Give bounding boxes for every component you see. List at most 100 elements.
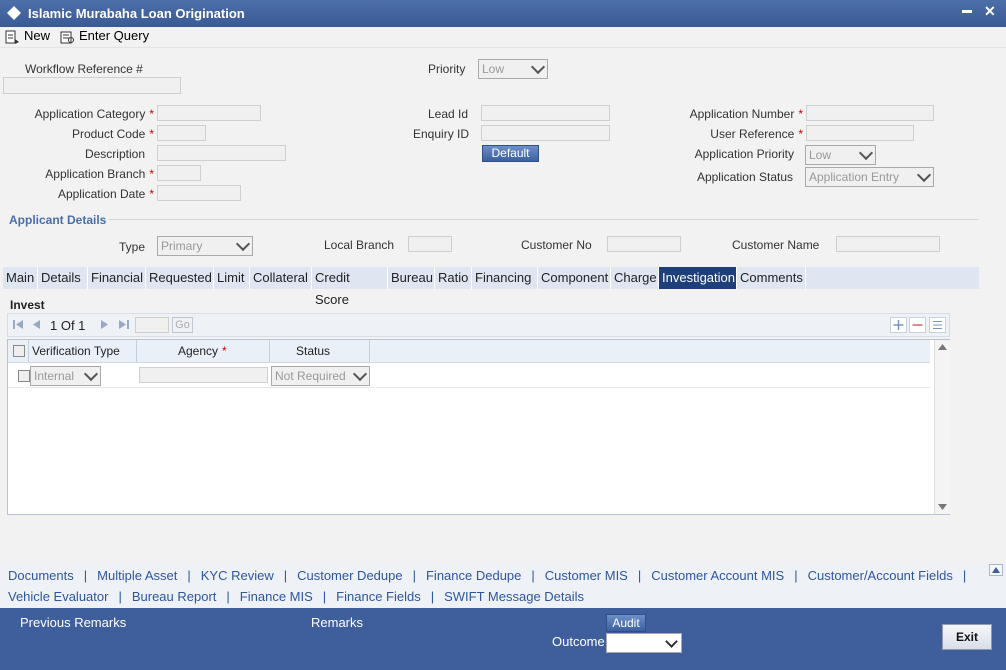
- collapse-up-icon[interactable]: [989, 564, 1003, 576]
- tab-main[interactable]: Main: [3, 267, 38, 289]
- workflow-reference-label: Workflow Reference #: [25, 62, 143, 76]
- link-customer-dedupe[interactable]: Customer Dedupe: [297, 568, 403, 583]
- app-diamond-icon: [7, 6, 21, 20]
- agency-input[interactable]: [139, 367, 268, 383]
- priority-label: Priority: [428, 62, 466, 76]
- type-label: Type: [119, 240, 146, 254]
- link-finance-mis[interactable]: Finance MIS: [240, 589, 313, 604]
- link-bureau-report[interactable]: Bureau Report: [132, 589, 217, 604]
- link-documents[interactable]: Documents: [8, 568, 74, 583]
- section-divider: [109, 219, 979, 220]
- application-date-label: Application Date *: [57, 187, 154, 201]
- customer-name-input[interactable]: [836, 236, 940, 252]
- tab-collateral[interactable]: Collateral: [250, 267, 312, 289]
- outcome-select[interactable]: [606, 633, 682, 653]
- previous-remarks-link[interactable]: Previous Remarks: [20, 615, 126, 630]
- link-separator: |: [187, 568, 191, 583]
- customer-no-input[interactable]: [607, 236, 681, 252]
- link-multiple-asset[interactable]: Multiple Asset: [97, 568, 177, 583]
- tab-details[interactable]: Details: [38, 267, 88, 289]
- tab-charge[interactable]: Charge: [611, 267, 659, 289]
- column-divider: [28, 340, 29, 362]
- link-finance-dedupe[interactable]: Finance Dedupe: [426, 568, 521, 583]
- tab-requested[interactable]: Requested: [146, 267, 214, 289]
- last-page-icon[interactable]: [118, 319, 130, 330]
- application-category-input[interactable]: [157, 105, 261, 121]
- column-header-verification-type[interactable]: Verification Type: [32, 344, 120, 358]
- close-icon[interactable]: ✕: [984, 3, 996, 20]
- type-select[interactable]: Primary: [157, 236, 253, 256]
- tab-limit[interactable]: Limit: [214, 267, 250, 289]
- link-customer-mis[interactable]: Customer MIS: [545, 568, 628, 583]
- links-row-1: Documents | Multiple Asset | KYC Review | Cust…: [8, 568, 976, 583]
- go-button[interactable]: Go: [172, 317, 193, 333]
- lead-id-input[interactable]: [481, 105, 610, 121]
- product-code-input[interactable]: [157, 125, 206, 141]
- scroll-down-icon[interactable]: [938, 504, 947, 510]
- tab-comments[interactable]: Comments: [737, 267, 806, 289]
- link-kyc-review[interactable]: KYC Review: [201, 568, 274, 583]
- first-page-icon[interactable]: [12, 319, 24, 330]
- scroll-up-icon[interactable]: [938, 344, 947, 350]
- single-view-icon[interactable]: [929, 317, 946, 333]
- enter-query-button[interactable]: Enter Query: [79, 27, 149, 47]
- remarks-link[interactable]: Remarks: [311, 615, 363, 630]
- tab-investigation[interactable]: Investigation: [659, 267, 737, 289]
- page-number-input[interactable]: [135, 317, 169, 333]
- column-header-status[interactable]: Status: [296, 344, 330, 358]
- link-separator: |: [531, 568, 535, 583]
- application-number-input[interactable]: [806, 105, 934, 121]
- select-all-checkbox[interactable]: [13, 345, 25, 357]
- column-header-agency[interactable]: Agency *: [178, 344, 227, 358]
- link-swift-message-details[interactable]: SWIFT Message Details: [444, 589, 584, 604]
- link-separator: |: [283, 568, 288, 583]
- verification-type-select[interactable]: Internal: [30, 366, 101, 386]
- row-checkbox[interactable]: [18, 370, 30, 382]
- previous-page-icon[interactable]: [32, 319, 41, 330]
- link-vehicle-evaluator[interactable]: Vehicle Evaluator: [8, 589, 108, 604]
- tab-financing[interactable]: Financing: [472, 267, 538, 289]
- tab-financial[interactable]: Financial: [88, 267, 146, 289]
- column-divider: [369, 340, 370, 362]
- chevron-down-icon: [665, 635, 678, 648]
- verification-type-value: Internal: [34, 369, 75, 383]
- tab-credit-score[interactable]: Credit Score: [312, 267, 388, 307]
- link-customer-account-mis[interactable]: Customer Account MIS: [651, 568, 784, 583]
- minimize-icon[interactable]: ▬: [962, 5, 972, 16]
- pager-text: 1 Of 1: [50, 318, 86, 333]
- delete-row-icon[interactable]: [909, 317, 926, 333]
- user-reference-input[interactable]: [806, 125, 914, 141]
- tab-bureau[interactable]: Bureau: [388, 267, 435, 289]
- application-date-input[interactable]: [157, 185, 241, 201]
- chevron-down-icon: [858, 145, 874, 161]
- tab-ratio[interactable]: Ratio: [435, 267, 472, 289]
- add-row-icon[interactable]: [890, 317, 907, 333]
- tab-component[interactable]: Component: [538, 267, 611, 289]
- chevron-down-icon: [352, 366, 368, 382]
- link-separator: |: [637, 568, 642, 583]
- application-status-select[interactable]: Application Entry: [805, 167, 934, 187]
- links-row-2: Vehicle Evaluator | Bureau Report | Finance …: [8, 589, 584, 604]
- description-input[interactable]: [157, 145, 286, 161]
- priority-select[interactable]: Low: [478, 59, 548, 79]
- application-status-label: Application Status: [696, 170, 793, 184]
- customer-no-label: Customer No: [521, 238, 592, 252]
- status-select[interactable]: Not Required: [271, 366, 370, 386]
- application-branch-input[interactable]: [157, 165, 201, 181]
- enquiry-id-input[interactable]: [481, 125, 610, 141]
- priority-value: Low: [482, 62, 505, 76]
- local-branch-input[interactable]: [408, 236, 452, 252]
- link-customer-account-fields[interactable]: Customer/Account Fields: [808, 568, 953, 583]
- application-priority-select[interactable]: Low: [805, 145, 876, 165]
- audit-button[interactable]: Audit: [606, 614, 646, 632]
- lead-id-label: Lead Id: [428, 107, 469, 121]
- next-page-icon[interactable]: [100, 319, 109, 330]
- vertical-scrollbar[interactable]: [934, 340, 950, 514]
- application-priority-value: Low: [809, 148, 832, 162]
- default-button[interactable]: Default: [482, 145, 539, 162]
- link-separator: |: [794, 568, 798, 583]
- workflow-reference-input[interactable]: [3, 77, 181, 94]
- link-finance-fields[interactable]: Finance Fields: [336, 589, 421, 604]
- new-button[interactable]: New: [24, 27, 50, 47]
- exit-button[interactable]: Exit: [942, 624, 992, 650]
